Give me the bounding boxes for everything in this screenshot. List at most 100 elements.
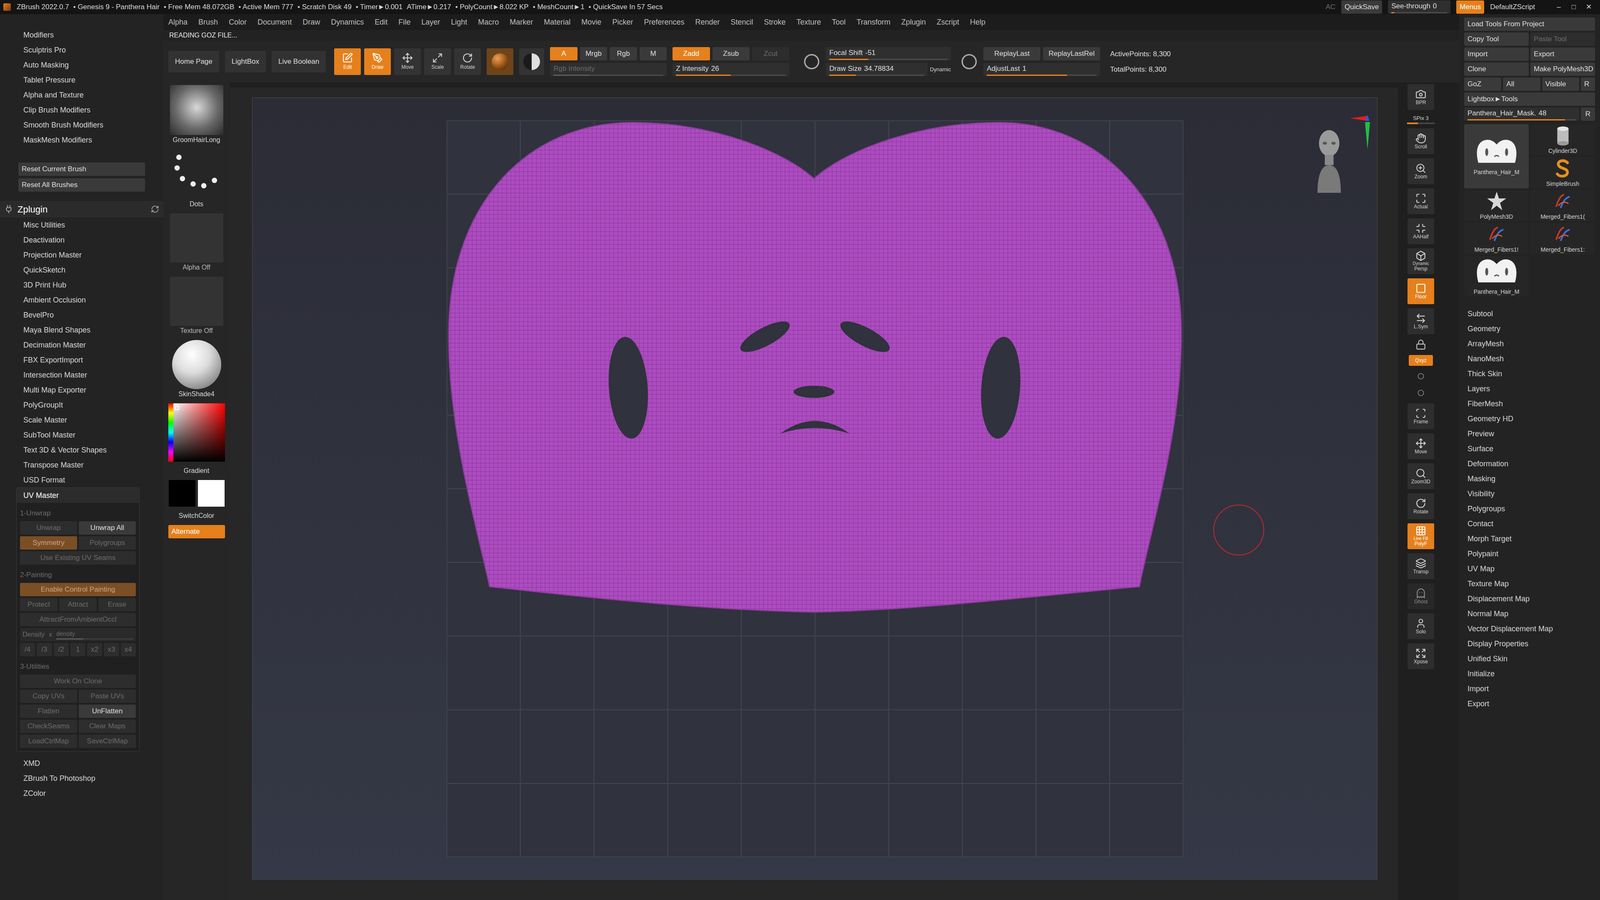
draw-size-slider[interactable]: Draw Size34.78834 [825,62,928,77]
reset-button[interactable]: Reset All Brushes [18,178,145,192]
uv-map-canvas[interactable] [446,120,1184,858]
tool-subpalette[interactable]: Unified Skin [1464,651,1595,667]
menu-item[interactable]: Stencil [730,16,754,28]
menu-item[interactable]: Color [228,16,247,28]
palette-item[interactable]: Clip Brush Modifiers [0,102,164,118]
shelf-button[interactable]: L.Sym [1407,308,1435,335]
menu-item[interactable]: Stroke [764,16,786,28]
nav-button[interactable]: LightBox [225,50,266,73]
load-tools-button[interactable]: Load Tools From Project [1464,17,1595,31]
menu-item[interactable]: File [398,16,411,28]
tool-subpalette[interactable]: Layers [1464,381,1595,397]
menu-item[interactable]: Zplugin [901,16,926,28]
menu-item[interactable]: Document [257,16,292,28]
plugin-item[interactable]: Scale Master [0,412,164,428]
menu-item[interactable]: Dynamics [330,16,364,28]
tool-subpalette[interactable]: Vector Displacement Map [1464,621,1595,637]
window-control[interactable]: □ [1568,1,1580,13]
shelf-button[interactable]: Frame [1407,403,1435,430]
z-channel-button[interactable]: Zsub [712,47,750,61]
mode-button[interactable]: Edit [334,48,361,75]
menu-item[interactable]: Movie [581,16,602,28]
tool-thumb[interactable]: Merged_Fibers1( [1530,190,1595,222]
dynamic-toggle[interactable]: Dynamic [930,65,952,74]
palette-item[interactable]: Sculptris Pro [0,42,164,58]
plugin-item[interactable]: Text 3D & Vector Shapes [0,442,164,458]
color-marker[interactable] [175,405,180,410]
plugin-item[interactable]: Ambient Occlusion [0,292,164,308]
shelf-button[interactable]: Line FillPolyF [1407,523,1435,550]
plugin-item[interactable]: USD Format [0,472,164,488]
main-color-swatch[interactable] [168,480,196,507]
tool-button[interactable]: All [1502,77,1540,91]
tool-subpalette[interactable]: Texture Map [1464,576,1595,592]
uv-button[interactable]: Polygroups [78,536,136,550]
plugin-item[interactable]: Decimation Master [0,337,164,353]
shelf-button[interactable]: Zoom3D [1407,463,1435,490]
shelf-button[interactable]: Xpose [1407,643,1435,670]
uv-button[interactable]: Erase [98,597,136,612]
tool-subpalette[interactable]: Subtool [1464,306,1595,322]
menu-item[interactable]: Preferences [643,16,685,28]
qxyz-button[interactable]: Qxyz [1408,355,1433,366]
mode-button[interactable]: Draw [364,48,391,75]
tool-subpalette[interactable]: UV Map [1464,561,1595,577]
menu-item[interactable]: Picker [612,16,633,28]
uv-button[interactable]: Flatten [20,704,78,718]
plugin-item[interactable]: Maya Blend Shapes [0,322,164,338]
menu-item[interactable]: Macro [477,16,499,28]
plugin-item[interactable]: QuickSketch [0,262,164,278]
plugin-item[interactable]: PolyGroupIt [0,397,164,413]
palette-item[interactable]: MaskMesh Modifiers [0,132,164,148]
switch-color-button[interactable]: SwitchColor [178,510,215,521]
palette-item[interactable]: Auto Masking [0,57,164,73]
see-through-slider[interactable]: See-through0 [1387,0,1451,14]
uv-button[interactable]: LoadCtrlMap [20,734,78,748]
shelf-button[interactable]: Zoom [1407,158,1435,185]
tool-thumb[interactable]: Panthera_Hair_M [1464,255,1529,297]
plugin-item[interactable]: Intersection Master [0,367,164,383]
uv-button[interactable]: Protect [20,597,58,612]
rgb-channel-button[interactable]: M [639,47,668,61]
uv-button[interactable]: 1 [70,642,86,657]
tool-slider[interactable]: Panthera_Hair_Mask.48 [1464,107,1580,121]
rgb-channel-button[interactable]: Mrgb [580,47,608,61]
rgb-intensity-slider[interactable]: Rgb Intensity [550,62,667,77]
plugin-item[interactable]: Transpose Master [0,457,164,473]
nav-button[interactable]: Live Boolean [271,50,326,73]
tool-subpalette[interactable]: Geometry [1464,321,1595,337]
shelf-button[interactable]: Scroll [1407,128,1435,155]
mode-button[interactable]: Rotate [454,48,481,75]
menu-item[interactable]: Render [695,16,720,28]
tool-button[interactable]: Paste Tool [1530,32,1595,46]
uv-button[interactable]: Symmetry [20,536,78,550]
uv-button[interactable]: SaveCtrlMap [78,734,136,748]
secondary-color-swatch[interactable] [197,480,225,507]
title-button[interactable]: QuickSave [1341,0,1383,14]
uv-button[interactable]: x2 [87,642,103,657]
uv-button[interactable]: Work On Clone [20,674,136,688]
tool-button[interactable]: Visible [1542,77,1580,91]
brush-slot[interactable]: GroomHairLong [170,85,224,145]
tool-subpalette[interactable]: Masking [1464,471,1595,487]
window-control[interactable]: ✕ [1583,1,1595,13]
tool-thumb[interactable]: Merged_Fibers1: [1530,222,1595,255]
plugin-item[interactable]: SubTool Master [0,427,164,443]
menu-item[interactable]: Edit [374,16,388,28]
focal-shift-icon[interactable] [803,53,820,70]
hue-strip[interactable] [168,403,174,462]
uv-button[interactable]: x4 [120,642,136,657]
menu-item[interactable]: Texture [796,16,822,28]
menu-item[interactable]: Layer [421,16,440,28]
tool-subpalette[interactable]: Geometry HD [1464,411,1595,427]
tool-reset-button[interactable]: R [1580,107,1595,121]
menu-item[interactable]: Material [543,16,571,28]
mode-button[interactable]: Move [394,48,421,75]
tool-thumb[interactable]: SimpleBrush [1530,157,1595,189]
plugin-item[interactable]: Multi Map Exporter [0,382,164,398]
plugin-item[interactable]: Deactivation [0,232,164,248]
reset-button[interactable]: Reset Current Brush [18,162,145,176]
uv-button[interactable]: Unwrap [20,521,78,535]
tool-button[interactable]: Clone [1464,62,1529,76]
document[interactable] [252,97,1378,880]
